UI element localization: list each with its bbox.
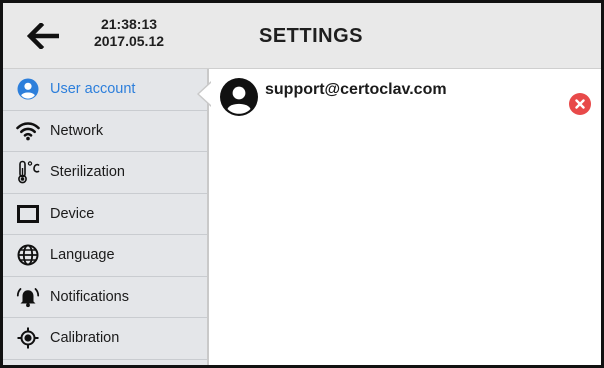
account-panel: support@certoclav.com	[211, 69, 601, 365]
sidebar-item-calibration[interactable]: Calibration	[3, 318, 207, 360]
clock-date: 2017.05.12	[93, 33, 165, 49]
thermometer-icon	[15, 159, 41, 185]
sidebar-item-label: Sterilization	[50, 164, 125, 181]
arrow-left-icon	[27, 23, 59, 49]
sidebar-item-label: User account	[50, 81, 136, 98]
bell-icon	[15, 284, 41, 310]
remove-icon	[575, 99, 585, 109]
settings-screen: 21:38:13 2017.05.12 SETTINGS User accoun…	[0, 0, 604, 368]
page-title: SETTINGS	[259, 25, 364, 47]
settings-sidebar: User account Network Sterilization Devic…	[3, 69, 209, 365]
remove-account-button[interactable]	[569, 93, 591, 115]
sidebar-item-sterilization[interactable]: Sterilization	[3, 152, 207, 194]
account-list-item[interactable]: support@certoclav.com	[211, 77, 601, 117]
user-circle-icon	[15, 76, 41, 102]
sidebar-item-notifications[interactable]: Notifications	[3, 277, 207, 318]
header-bar: 21:38:13 2017.05.12 SETTINGS	[3, 3, 601, 69]
datetime-display: 21:38:13 2017.05.12	[79, 16, 179, 50]
sidebar-item-label: Device	[50, 205, 95, 222]
active-item-pointer	[199, 83, 211, 105]
device-screen-icon	[15, 201, 41, 227]
sidebar-item-user-account[interactable]: User account	[3, 69, 207, 111]
sidebar-item-device[interactable]: Device	[3, 194, 207, 235]
back-button[interactable]	[23, 21, 65, 51]
sidebar-item-label: Calibration	[50, 330, 120, 347]
sidebar-item-label: Notifications	[50, 288, 129, 305]
globe-icon	[15, 242, 41, 268]
sidebar-item-label: Network	[50, 122, 104, 139]
account-email: support@certoclav.com	[265, 81, 447, 98]
sidebar-item-label: Language	[50, 247, 115, 264]
sidebar-item-language[interactable]: Language	[3, 235, 207, 277]
sidebar-item-network[interactable]: Network	[3, 111, 207, 152]
avatar-icon	[219, 77, 259, 117]
clock-time: 21:38:13	[100, 16, 158, 32]
wifi-icon	[15, 118, 41, 144]
target-icon	[15, 325, 41, 351]
